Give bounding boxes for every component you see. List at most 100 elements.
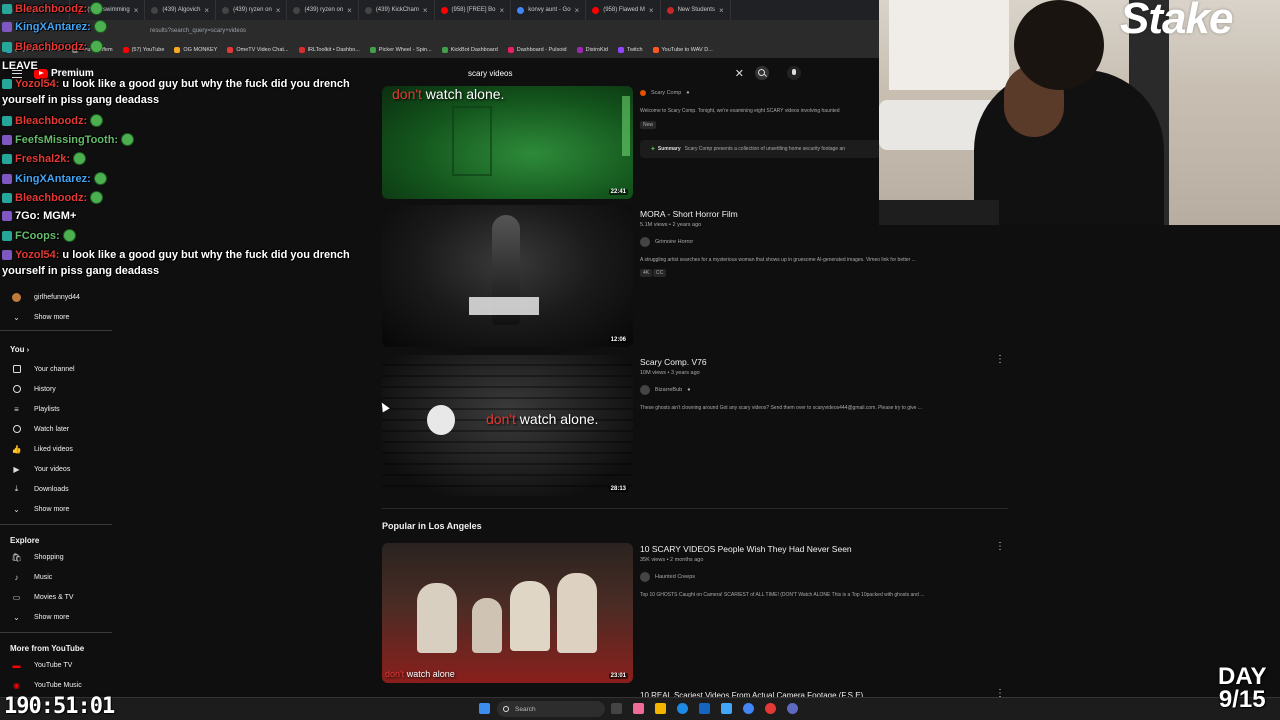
- video-thumbnail[interactable]: 12:06: [382, 205, 633, 347]
- address-bar[interactable]: results?search_query=scary+videos: [0, 20, 880, 42]
- microphone-icon[interactable]: [787, 66, 801, 80]
- sidebar-item-download[interactable]: ⤓ Downloads: [0, 480, 115, 498]
- duration-badge: 28:13: [608, 486, 628, 492]
- store-icon[interactable]: [699, 703, 710, 714]
- bookmark-item[interactable]: (12) Home / Twitter: [6, 47, 62, 53]
- channel-avatar: [640, 90, 646, 96]
- show-more-explore[interactable]: ⌄ Show more: [0, 608, 115, 626]
- sparkle-icon: ✦: [650, 146, 656, 153]
- video-title[interactable]: Scary Comp. V76: [640, 357, 707, 367]
- channel-row[interactable]: Grimoire Horror: [640, 237, 693, 247]
- browser-tab[interactable]: (439) ryzen on ×: [216, 0, 288, 20]
- browser-tab[interactable]: konvy aunt - Go ×: [511, 0, 587, 20]
- browser-tab[interactable]: (439) Algovich ×: [145, 0, 217, 20]
- sidebar-item-channel[interactable]: Your channel: [0, 360, 115, 378]
- sidebar-item-watch-later[interactable]: Watch later: [0, 420, 115, 438]
- chat-text: yourself in piss gang deadass: [2, 94, 160, 106]
- tab-favicon-icon: [592, 6, 600, 14]
- app-icon[interactable]: [721, 703, 732, 714]
- video-thumbnail[interactable]: don't watch alone. 28:13: [382, 355, 633, 496]
- browser-tab-bar: (438) jae on X × (958) swimming × (439) Algo…: [0, 0, 880, 20]
- ai-summary[interactable]: ✦ Summary Scary Comp presents a collection…: [640, 140, 880, 158]
- browser-tab[interactable]: (958) Flawed M ×: [586, 0, 661, 20]
- search-icon[interactable]: [755, 66, 769, 80]
- edge-browser-icon[interactable]: [677, 703, 688, 714]
- bookmark-item[interactable]: YouTube to WAV D...: [652, 47, 713, 53]
- duration-badge: 12:06: [608, 337, 628, 343]
- sidebar-item-youtube-music[interactable]: ◉ YouTube Music: [0, 676, 115, 694]
- more-options-icon[interactable]: ⋮: [995, 542, 1005, 552]
- task-view-icon[interactable]: [611, 703, 622, 714]
- chat-badge-icon: [2, 192, 12, 203]
- windows-start-icon[interactable]: [479, 703, 490, 714]
- close-tab-icon[interactable]: ×: [571, 6, 580, 15]
- app-icon[interactable]: [633, 703, 644, 714]
- discord-icon[interactable]: [787, 703, 798, 714]
- tab-favicon-icon: [364, 6, 372, 14]
- close-tab-icon[interactable]: ×: [715, 6, 724, 15]
- bookmark-item[interactable]: IRLToolkit • Dashbo...: [298, 47, 360, 53]
- file-explorer-icon[interactable]: [655, 703, 666, 714]
- browser-tab[interactable]: (958) swimming ×: [70, 0, 146, 20]
- search-value: scary videos: [468, 69, 513, 78]
- app-icon[interactable]: [765, 703, 776, 714]
- video-thumbnail[interactable]: don't watch alone 23:01: [382, 543, 633, 683]
- sidebar-item-music[interactable]: ♪ Music: [0, 568, 115, 586]
- video-title[interactable]: MORA - Short Horror Film: [640, 209, 738, 219]
- video-thumbnail[interactable]: don't watch alone. 22:41: [382, 86, 633, 199]
- close-tab-icon[interactable]: ×: [343, 6, 352, 15]
- sidebar-item-playlists[interactable]: ≡ Playlists: [0, 400, 115, 418]
- browser-tab[interactable]: (438) jae on X ×: [0, 0, 71, 20]
- sidebar-item-youtube-tv[interactable]: ▬ YouTube TV: [0, 656, 115, 674]
- bookmark-item[interactable]: OG MONKEY: [174, 47, 217, 53]
- close-tab-icon[interactable]: ×: [419, 6, 428, 15]
- sidebar-subscription-item[interactable]: girlhefunnyd44: [0, 288, 115, 306]
- bookmark-item[interactable]: Dashboard - Pulsoid: [507, 47, 567, 53]
- close-tab-icon[interactable]: ×: [55, 6, 64, 15]
- channel-row[interactable]: Scary Comp ●: [640, 90, 690, 96]
- bookmark-item[interactable]: KickBot Dashboard: [441, 47, 498, 53]
- bookmark-item[interactable]: Picker Wheel - Spin...: [369, 47, 432, 53]
- bookmark-label: (12) Home / Twitter: [15, 47, 62, 53]
- sidebar-item-your-videos[interactable]: ▶ Your videos: [0, 460, 115, 478]
- show-more-subscriptions[interactable]: ⌄ Show more: [0, 308, 115, 326]
- sidebar-item-history[interactable]: History: [0, 380, 115, 398]
- taskbar-search[interactable]: Search: [497, 701, 605, 717]
- bookmark-item[interactable]: (57) YouTube: [122, 47, 164, 53]
- bookmark-item[interactable]: DistroKid: [576, 47, 608, 53]
- thumbnail-person-shape: [472, 598, 502, 653]
- browser-tab[interactable]: New Students ×: [661, 0, 731, 20]
- close-tab-icon[interactable]: ×: [496, 6, 505, 15]
- more-options-icon[interactable]: ⋮: [995, 355, 1005, 365]
- bookmark-favicon-icon: [617, 47, 624, 53]
- sidebar-item-label: Downloads: [34, 485, 69, 493]
- sidebar-you-header[interactable]: You ›: [10, 345, 29, 354]
- browser-tab[interactable]: (958) [FREE] Bo ×: [435, 0, 512, 20]
- browser-tab[interactable]: (439) ryzen on ×: [287, 0, 359, 20]
- close-tab-icon[interactable]: ×: [200, 6, 209, 15]
- search-input[interactable]: scary videos ✕: [462, 66, 752, 82]
- sidebar-item-movies[interactable]: ▭ Movies & TV: [0, 588, 115, 606]
- tab-label: (958) [FREE] Bo: [451, 7, 496, 13]
- chrome-icon[interactable]: [743, 703, 754, 714]
- video-title[interactable]: 10 SCARY VIDEOS People Wish They Had Nev…: [640, 544, 852, 554]
- clear-search-icon[interactable]: ✕: [735, 67, 744, 80]
- close-tab-icon[interactable]: ×: [130, 6, 139, 15]
- sidebar-item-shopping[interactable]: 🛍 Shopping: [0, 548, 115, 566]
- close-tab-icon[interactable]: ×: [645, 6, 654, 15]
- close-tab-icon[interactable]: ×: [272, 6, 281, 15]
- browser-tab[interactable]: (439) KickCham ×: [359, 0, 435, 20]
- bookmark-item[interactable]: Twitch: [617, 47, 643, 53]
- bookmark-favicon-icon: [227, 47, 234, 53]
- thumbnail-person-shape: [417, 583, 457, 653]
- chat-message: Freshal2k:: [2, 152, 87, 165]
- bookmark-item[interactable]: OmeTV Video Chat...: [227, 47, 289, 53]
- bookmark-label: Twitch: [626, 47, 643, 53]
- sidebar-item-like[interactable]: 👍 Liked videos: [0, 440, 115, 458]
- bookmark-item[interactable]: Bau | Cuffem: [71, 47, 113, 53]
- hamburger-menu-icon[interactable]: [12, 70, 22, 78]
- channel-row[interactable]: Haunted Creeps: [640, 572, 695, 582]
- channel-row[interactable]: BizarreBub ●: [640, 385, 691, 395]
- youtube-logo[interactable]: Premium: [34, 68, 94, 79]
- show-more-you[interactable]: ⌄ Show more: [0, 500, 115, 518]
